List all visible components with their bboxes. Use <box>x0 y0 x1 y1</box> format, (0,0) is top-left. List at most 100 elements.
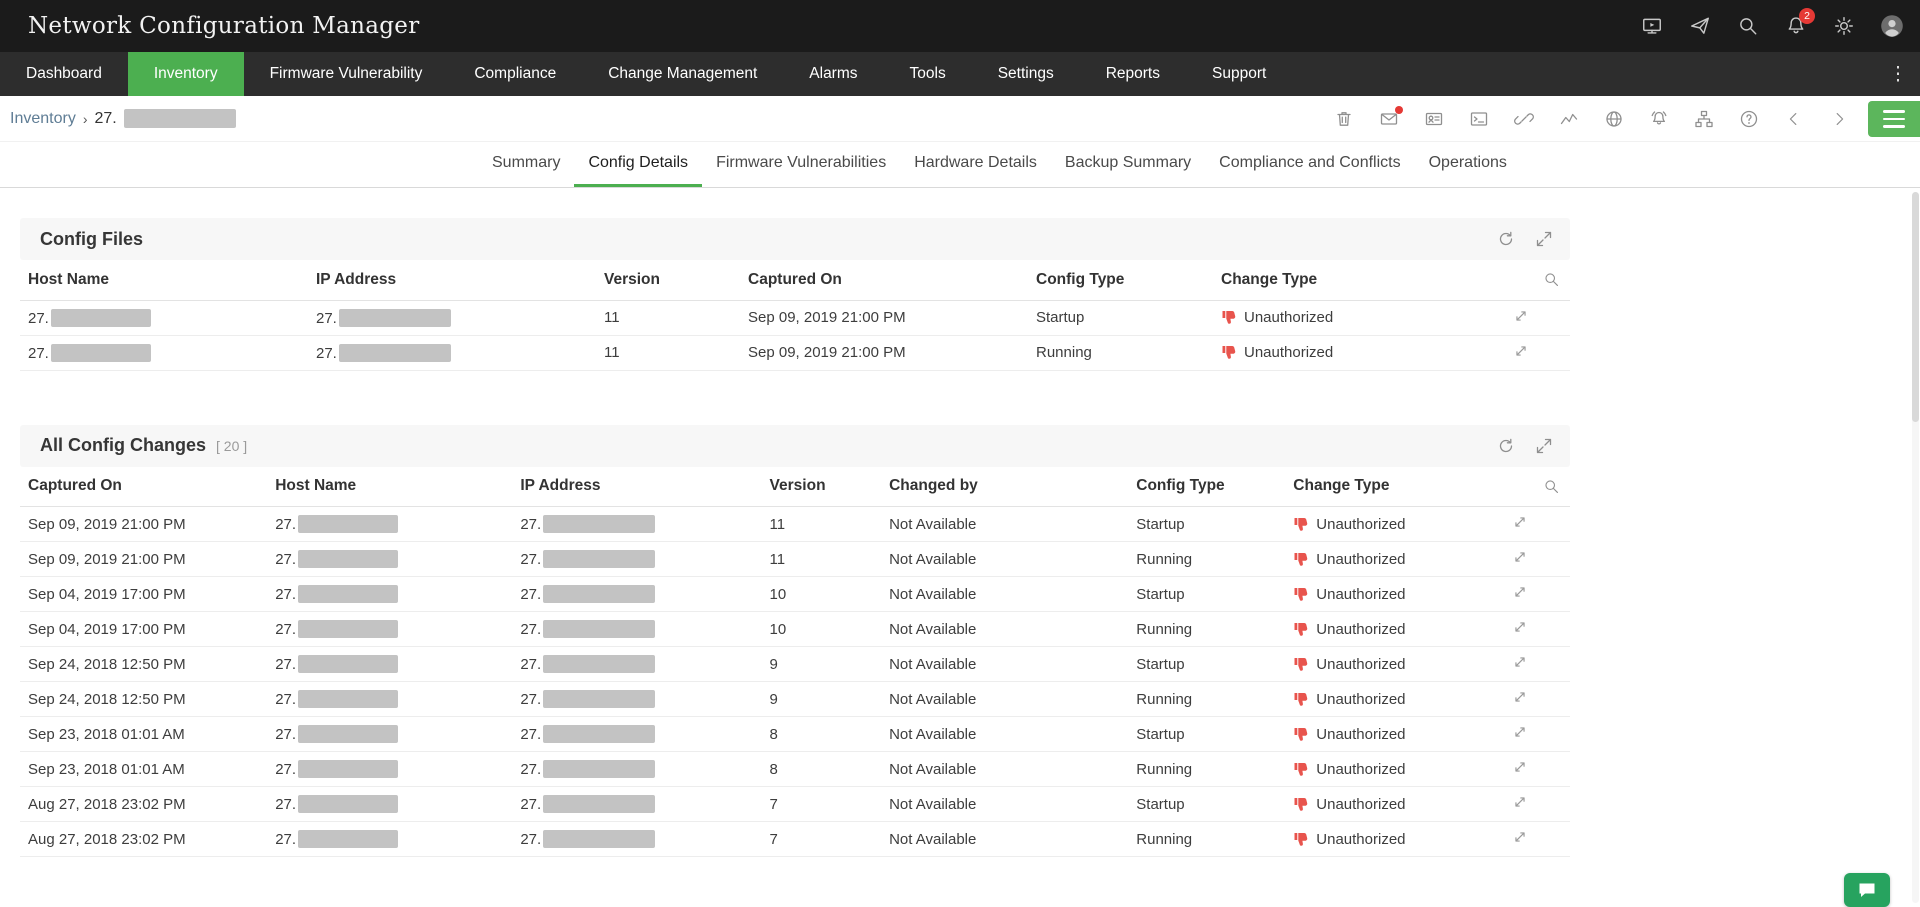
cell-change-type: Unauthorized <box>1213 300 1506 335</box>
main-nav: Dashboard Inventory Firmware Vulnerabili… <box>0 52 1920 96</box>
config-change-row[interactable]: Sep 23, 2018 01:01 AM 27. 27. 8 Not Avai… <box>20 752 1570 787</box>
compare-diff-icon[interactable] <box>1511 723 1529 741</box>
chevron-right-icon[interactable] <box>1828 108 1850 130</box>
nav-item-support[interactable]: Support <box>1186 52 1292 96</box>
cell-config-type: Running <box>1028 335 1213 370</box>
col-captured-on: Captured On <box>740 260 1028 300</box>
breadcrumb-separator-icon: › <box>83 111 88 127</box>
cell-host-name: 27. <box>267 647 512 682</box>
config-file-row[interactable]: 27. 27. 11 Sep 09, 2019 21:00 PM Startup… <box>20 300 1570 335</box>
cell-host-name: 27. <box>267 787 512 822</box>
notifications-bell-icon[interactable]: 2 <box>1784 14 1808 38</box>
redacted-ip <box>543 585 655 603</box>
redacted-ip <box>543 550 655 568</box>
nav-item-change-management[interactable]: Change Management <box>582 52 783 96</box>
compare-diff-icon[interactable] <box>1511 793 1529 811</box>
nav-item-compliance[interactable]: Compliance <box>448 52 582 96</box>
menu-toggle-button[interactable] <box>1868 101 1920 137</box>
compare-diff-icon[interactable] <box>1511 618 1529 636</box>
compare-diff-icon[interactable] <box>1511 653 1529 671</box>
launch-icon[interactable] <box>1688 14 1712 38</box>
more-menu-icon[interactable]: ⋮ <box>1876 52 1920 96</box>
unauthorized-thumbs-down-icon <box>1293 726 1309 742</box>
config-change-row[interactable]: Sep 24, 2018 12:50 PM 27. 27. 9 Not Avai… <box>20 682 1570 717</box>
cell-change-type: Unauthorized <box>1285 787 1505 822</box>
nav-item-alarms[interactable]: Alarms <box>783 52 883 96</box>
tab-firmware-vulnerabilities[interactable]: Firmware Vulnerabilities <box>702 142 900 187</box>
compare-diff-icon[interactable] <box>1511 513 1529 531</box>
cell-ip-address: 27. <box>308 335 596 370</box>
vertical-scrollbar[interactable] <box>1912 192 1919 903</box>
table-header-row: Host Name IP Address Version Captured On… <box>20 260 1570 300</box>
nav-item-reports[interactable]: Reports <box>1080 52 1186 96</box>
unauthorized-thumbs-down-icon <box>1221 344 1237 360</box>
expand-icon[interactable] <box>1534 436 1554 456</box>
cell-captured-on: Sep 09, 2019 21:00 PM <box>20 507 267 542</box>
activity-sparkline-icon[interactable] <box>1558 108 1580 130</box>
globe-icon[interactable] <box>1603 108 1625 130</box>
settings-gear-icon[interactable] <box>1832 14 1856 38</box>
reload-icon[interactable] <box>1496 436 1516 456</box>
config-change-row[interactable]: Sep 24, 2018 12:50 PM 27. 27. 9 Not Avai… <box>20 647 1570 682</box>
link-icon[interactable] <box>1513 108 1535 130</box>
user-avatar[interactable] <box>1880 14 1904 38</box>
config-change-row[interactable]: Sep 23, 2018 01:01 AM 27. 27. 8 Not Avai… <box>20 717 1570 752</box>
cell-changed-by: Not Available <box>881 577 1128 612</box>
tab-hardware-details[interactable]: Hardware Details <box>900 142 1051 187</box>
screen-share-icon[interactable] <box>1640 14 1664 38</box>
compare-diff-icon[interactable] <box>1511 583 1529 601</box>
chevron-left-icon[interactable] <box>1783 108 1805 130</box>
nav-item-inventory[interactable]: Inventory <box>128 52 244 96</box>
search-icon[interactable] <box>1736 14 1760 38</box>
delete-trash-icon[interactable] <box>1333 108 1355 130</box>
tab-config-details[interactable]: Config Details <box>574 142 702 187</box>
cell-change-type: Unauthorized <box>1285 647 1505 682</box>
breadcrumb-inventory-link[interactable]: Inventory <box>10 110 76 128</box>
nav-item-firmware-vulnerability[interactable]: Firmware Vulnerability <box>244 52 449 96</box>
mail-icon[interactable] <box>1378 108 1400 130</box>
notification-badge: 2 <box>1799 8 1815 24</box>
nav-item-dashboard[interactable]: Dashboard <box>0 52 128 96</box>
cell-change-type: Unauthorized <box>1285 822 1505 857</box>
cell-captured-on: Sep 23, 2018 01:01 AM <box>20 752 267 787</box>
compare-diff-icon[interactable] <box>1512 307 1530 325</box>
compare-diff-icon[interactable] <box>1511 828 1529 846</box>
redacted-host <box>298 690 398 708</box>
compare-diff-icon[interactable] <box>1511 688 1529 706</box>
compare-diff-icon[interactable] <box>1511 548 1529 566</box>
unauthorized-thumbs-down-icon <box>1293 691 1309 707</box>
expand-icon[interactable] <box>1534 229 1554 249</box>
tab-summary[interactable]: Summary <box>478 142 574 187</box>
compare-diff-icon[interactable] <box>1511 758 1529 776</box>
compare-diff-icon[interactable] <box>1512 342 1530 360</box>
config-change-row[interactable]: Sep 09, 2019 21:00 PM 27. 27. 11 Not Ava… <box>20 507 1570 542</box>
media-card-icon[interactable] <box>1423 108 1445 130</box>
cell-version: 10 <box>762 612 882 647</box>
scrollbar-thumb[interactable] <box>1912 192 1919 422</box>
config-change-row[interactable]: Sep 09, 2019 21:00 PM 27. 27. 11 Not Ava… <box>20 542 1570 577</box>
reload-icon[interactable] <box>1496 229 1516 249</box>
config-change-row[interactable]: Aug 27, 2018 23:02 PM 27. 27. 7 Not Avai… <box>20 822 1570 857</box>
tab-operations[interactable]: Operations <box>1415 142 1521 187</box>
tab-backup-summary[interactable]: Backup Summary <box>1051 142 1205 187</box>
nav-item-settings[interactable]: Settings <box>972 52 1080 96</box>
col-config-type: Config Type <box>1028 260 1213 300</box>
cell-changed-by: Not Available <box>881 787 1128 822</box>
redacted-host <box>51 309 151 327</box>
config-file-row[interactable]: 27. 27. 11 Sep 09, 2019 21:00 PM Running… <box>20 335 1570 370</box>
config-change-row[interactable]: Sep 04, 2019 17:00 PM 27. 27. 10 Not Ava… <box>20 577 1570 612</box>
config-change-row[interactable]: Aug 27, 2018 23:02 PM 27. 27. 7 Not Avai… <box>20 787 1570 822</box>
alarm-bell-icon[interactable] <box>1648 108 1670 130</box>
table-search-icon[interactable] <box>1506 260 1570 300</box>
terminal-icon[interactable] <box>1468 108 1490 130</box>
col-change-type: Change Type <box>1285 467 1505 507</box>
tab-compliance-and-conflicts[interactable]: Compliance and Conflicts <box>1205 142 1414 187</box>
table-search-icon[interactable] <box>1505 467 1570 507</box>
chat-feedback-button[interactable] <box>1844 873 1890 907</box>
nav-item-tools[interactable]: Tools <box>884 52 972 96</box>
topology-sitemap-icon[interactable] <box>1693 108 1715 130</box>
help-icon[interactable] <box>1738 108 1760 130</box>
cell-change-type: Unauthorized <box>1285 577 1505 612</box>
config-change-row[interactable]: Sep 04, 2019 17:00 PM 27. 27. 10 Not Ava… <box>20 612 1570 647</box>
col-version: Version <box>596 260 740 300</box>
